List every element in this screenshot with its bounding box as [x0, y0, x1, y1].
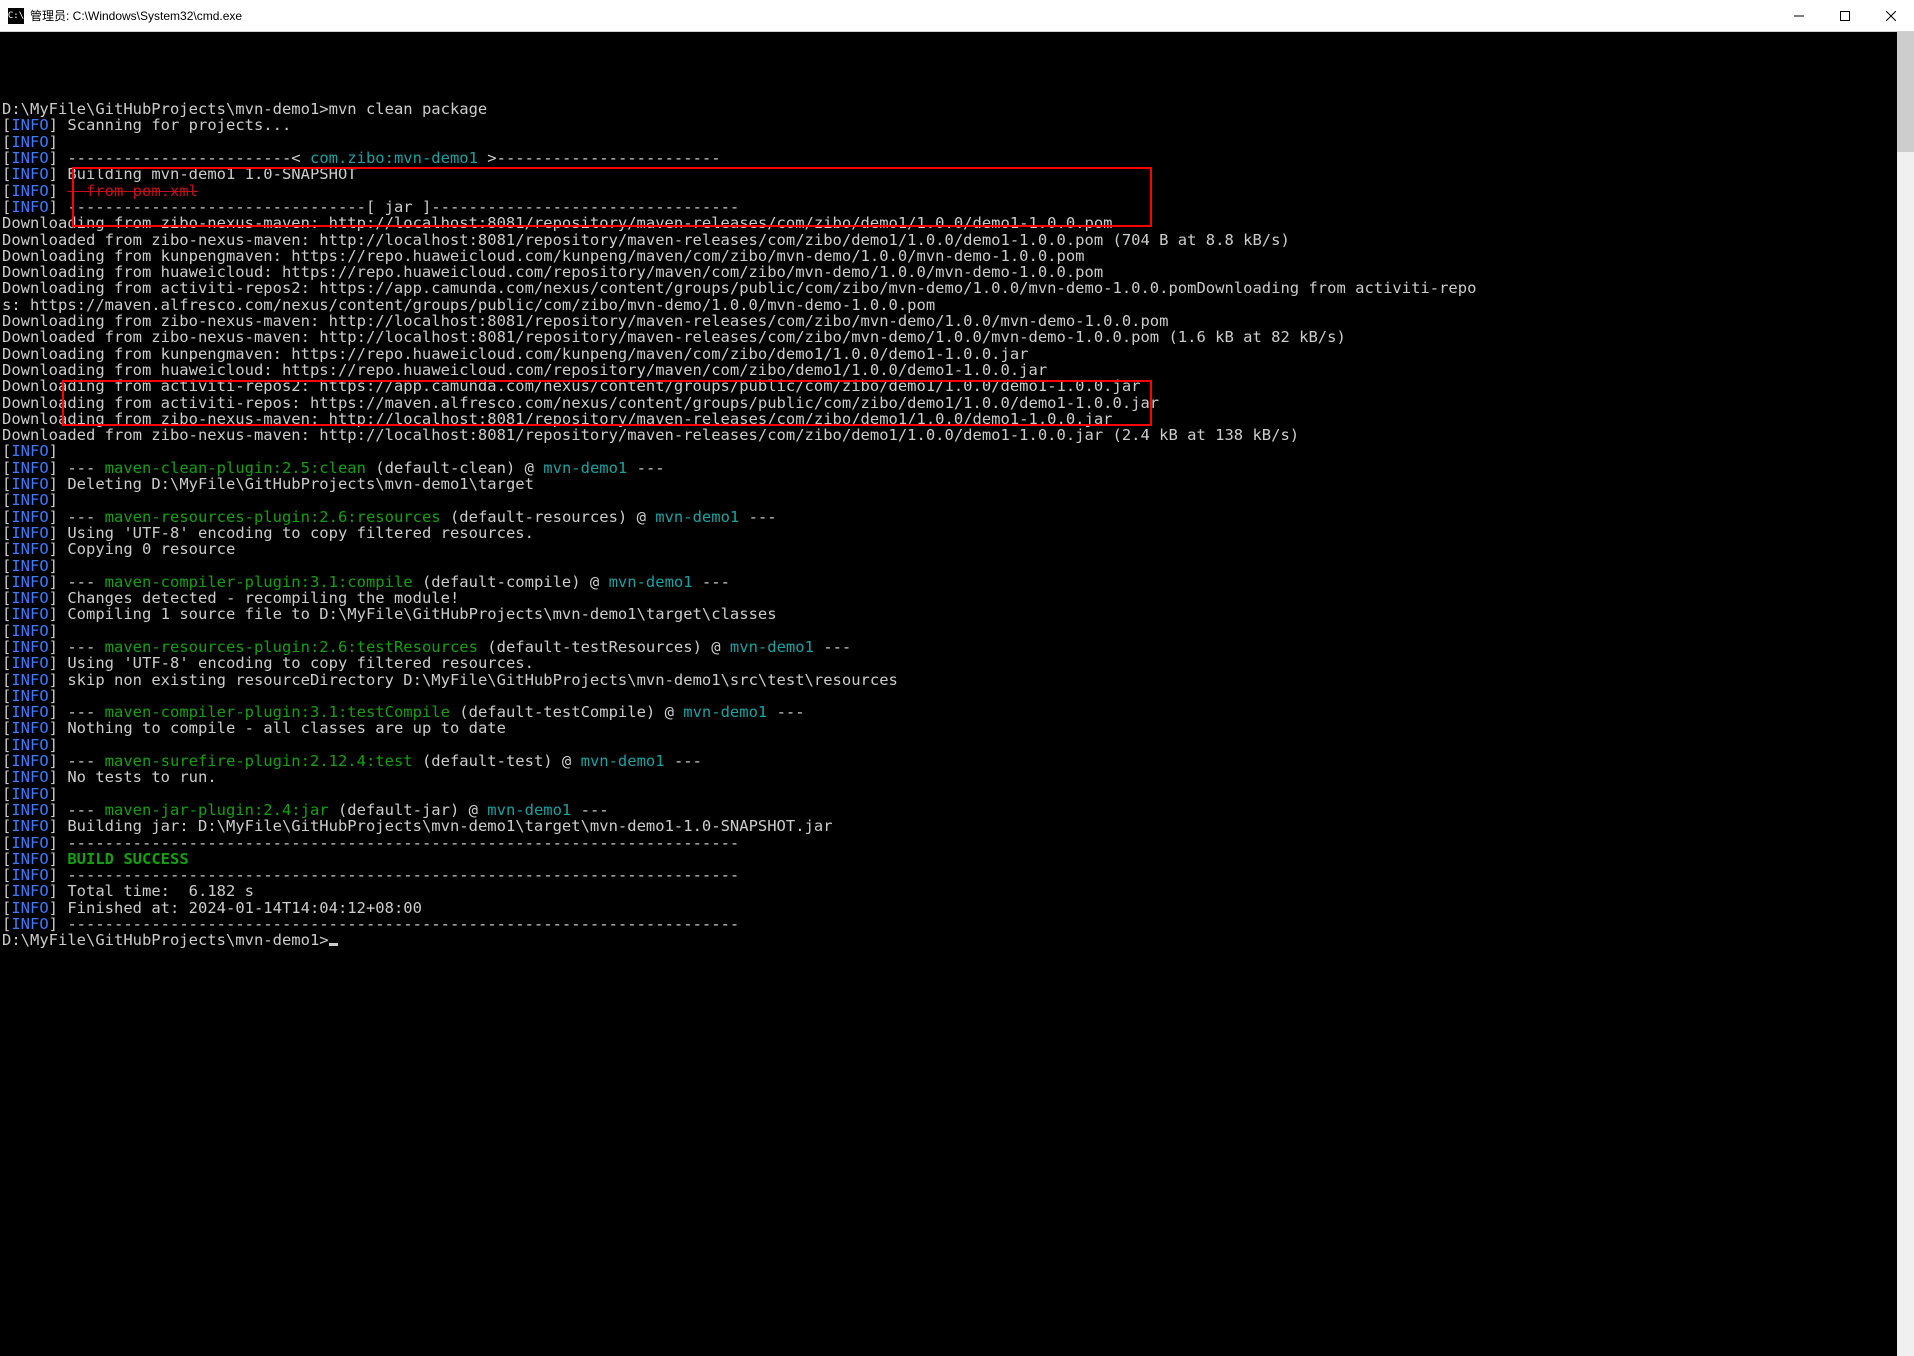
cmd-icon: C:\ [8, 8, 24, 24]
scrollbar-track[interactable] [1897, 152, 1914, 1356]
terminal-line: Downloaded from zibo-nexus-maven: http:/… [2, 329, 1895, 345]
terminal-line: Downloading from zibo-nexus-maven: http:… [2, 215, 1895, 231]
terminal-line: [INFO] ---------------------------------… [2, 867, 1895, 883]
terminal-line: [INFO] --- maven-compiler-plugin:3.1:com… [2, 574, 1895, 590]
terminal-line: [INFO] Scanning for projects... [2, 117, 1895, 133]
terminal-line: [INFO] ---------------------------------… [2, 835, 1895, 851]
terminal-line: [INFO] No tests to run. [2, 769, 1895, 785]
terminal-line: [INFO] --- maven-resources-plugin:2.6:re… [2, 509, 1895, 525]
terminal-line: Downloading from huaweicloud: https://re… [2, 264, 1895, 280]
terminal-line: Downloading from zibo-nexus-maven: http:… [2, 411, 1895, 427]
window-controls [1776, 0, 1914, 31]
terminal-line: Downloaded from zibo-nexus-maven: http:/… [2, 427, 1895, 443]
terminal-line: [INFO] [2, 786, 1895, 802]
terminal-line: [INFO] --- maven-clean-plugin:2.5:clean … [2, 460, 1895, 476]
window-title: 管理员: C:\Windows\System32\cmd.exe [30, 7, 1776, 24]
terminal-line: [INFO] Total time: 6.182 s [2, 883, 1895, 899]
terminal-line: [INFO] ------------------------< com.zib… [2, 150, 1895, 166]
terminal-line: [INFO] Nothing to compile - all classes … [2, 720, 1895, 736]
terminal-line: Downloaded from zibo-nexus-maven: http:/… [2, 232, 1895, 248]
vertical-scrollbar[interactable] [1897, 32, 1914, 1356]
terminal-line: [INFO] Building jar: D:\MyFile\GitHubPro… [2, 818, 1895, 834]
terminal-line: [INFO] [2, 737, 1895, 753]
terminal-output[interactable]: D:\MyFile\GitHubProjects\mvn-demo1>mvn c… [0, 32, 1897, 1356]
terminal-line: [INFO] from pom.xml [2, 183, 1895, 199]
terminal-line: [INFO] ---------------------------------… [2, 916, 1895, 932]
terminal-line: Downloading from zibo-nexus-maven: http:… [2, 313, 1895, 329]
terminal-line: Downloading from kunpengmaven: https://r… [2, 248, 1895, 264]
terminal-line: [INFO] [2, 558, 1895, 574]
terminal-line: [INFO] [2, 492, 1895, 508]
terminal-line: [INFO] [2, 443, 1895, 459]
terminal-line: [INFO] [2, 623, 1895, 639]
terminal-line: [INFO] [2, 688, 1895, 704]
scrollbar-thumb[interactable] [1897, 32, 1914, 152]
terminal-line: [INFO] --------------------------------[… [2, 199, 1895, 215]
cursor [329, 943, 338, 946]
terminal-line: Downloading from huaweicloud: https://re… [2, 362, 1895, 378]
terminal-line: [INFO] BUILD SUCCESS [2, 851, 1895, 867]
close-button[interactable] [1868, 0, 1914, 31]
terminal-line: [INFO] Compiling 1 source file to D:\MyF… [2, 606, 1895, 622]
terminal-line: [INFO] Changes detected - recompiling th… [2, 590, 1895, 606]
maximize-button[interactable] [1822, 0, 1868, 31]
terminal-line: [INFO] [2, 134, 1895, 150]
minimize-button[interactable] [1776, 0, 1822, 31]
terminal-line: [INFO] skip non existing resourceDirecto… [2, 672, 1895, 688]
workspace: D:\MyFile\GitHubProjects\mvn-demo1>mvn c… [0, 32, 1914, 1356]
terminal-line: Downloading from kunpengmaven: https://r… [2, 346, 1895, 362]
terminal-line: s: https://maven.alfresco.com/nexus/cont… [2, 297, 1895, 313]
terminal-line: [INFO] --- maven-surefire-plugin:2.12.4:… [2, 753, 1895, 769]
terminal-line: [INFO] Using 'UTF-8' encoding to copy fi… [2, 655, 1895, 671]
terminal-line: Downloading from activiti-repos: https:/… [2, 395, 1895, 411]
terminal-line: [INFO] --- maven-resources-plugin:2.6:te… [2, 639, 1895, 655]
terminal-line: [INFO] --- maven-jar-plugin:2.4:jar (def… [2, 802, 1895, 818]
terminal-line: [INFO] Using 'UTF-8' encoding to copy fi… [2, 525, 1895, 541]
prompt-line: D:\MyFile\GitHubProjects\mvn-demo1>mvn c… [2, 101, 1895, 117]
window-titlebar: C:\ 管理员: C:\Windows\System32\cmd.exe [0, 0, 1914, 32]
prompt-line: D:\MyFile\GitHubProjects\mvn-demo1> [2, 932, 1895, 948]
terminal-line: Downloading from activiti-repos2: https:… [2, 378, 1895, 394]
terminal-line: [INFO] Deleting D:\MyFile\GitHubProjects… [2, 476, 1895, 492]
terminal-line: Downloading from activiti-repos2: https:… [2, 280, 1895, 296]
terminal-line: [INFO] Copying 0 resource [2, 541, 1895, 557]
terminal-line: [INFO] --- maven-compiler-plugin:3.1:tes… [2, 704, 1895, 720]
terminal-line: [INFO] Finished at: 2024-01-14T14:04:12+… [2, 900, 1895, 916]
terminal-line: [INFO] Building mvn-demo1 1.0-SNAPSHOT [2, 166, 1895, 182]
